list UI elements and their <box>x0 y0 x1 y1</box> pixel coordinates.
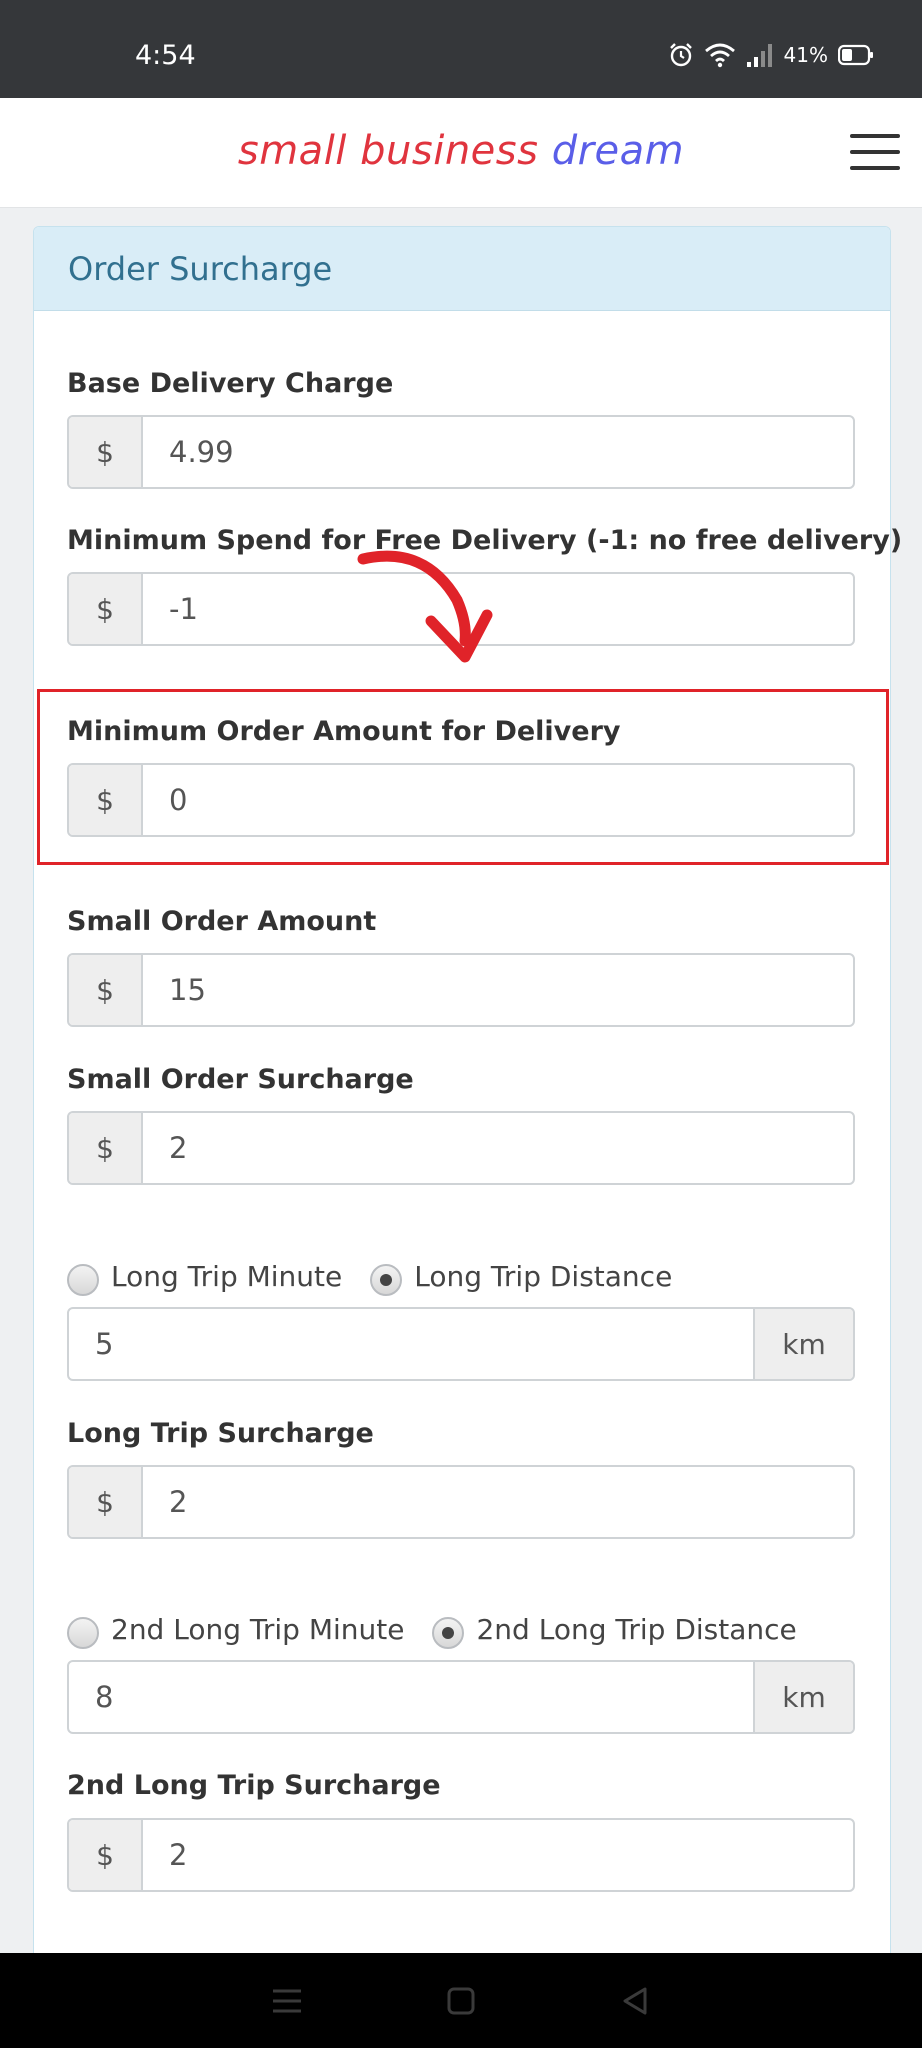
unit-addon: km <box>753 1309 853 1379</box>
min-order-delivery-input[interactable] <box>143 765 853 835</box>
hamburger-line <box>850 166 900 170</box>
currency-addon: $ <box>69 765 143 835</box>
brand-logo[interactable]: small business dream <box>0 128 922 174</box>
radio-label: Long Trip Minute <box>111 1259 343 1293</box>
currency-addon: $ <box>69 1113 143 1183</box>
radio-unchecked[interactable] <box>67 1617 99 1649</box>
second-long-trip-surcharge-group: $ <box>67 1818 855 1892</box>
panel-heading: Order Surcharge <box>34 227 890 311</box>
small-order-amount-label: Small Order Amount <box>67 906 377 937</box>
radio-label: 2nd Long Trip Distance <box>476 1612 797 1646</box>
base-delivery-label: Base Delivery Charge <box>67 368 394 399</box>
second-long-trip-distance-option[interactable]: 2nd Long Trip Distance <box>432 1609 797 1649</box>
long-trip-surcharge-input[interactable] <box>143 1467 853 1537</box>
signal-icon <box>746 42 774 68</box>
small-order-amount-group: $ <box>67 953 855 1027</box>
base-delivery-input[interactable] <box>143 417 853 487</box>
brand-text-secondary: dream <box>551 128 685 174</box>
radio-label: Long Trip Distance <box>414 1259 673 1293</box>
radio-checked[interactable] <box>432 1617 465 1649</box>
small-order-amount-input[interactable] <box>143 955 853 1025</box>
red-arrow-annotation-icon <box>357 550 493 663</box>
second-long-trip-surcharge-label: 2nd Long Trip Surcharge <box>67 1770 441 1801</box>
base-delivery-group: $ <box>67 415 855 489</box>
second-long-trip-minute-option[interactable]: 2nd Long Trip Minute <box>67 1609 404 1649</box>
status-time: 4:54 <box>135 40 196 71</box>
min-order-delivery-label: Minimum Order Amount for Delivery <box>67 716 621 747</box>
long-trip-distance-option[interactable]: Long Trip Distance <box>370 1256 672 1296</box>
battery-icon <box>838 44 874 66</box>
currency-addon: $ <box>69 1820 143 1890</box>
radio-checked[interactable] <box>370 1264 403 1296</box>
currency-addon: $ <box>69 1467 143 1537</box>
status-bar: 4:54 41% <box>0 0 922 98</box>
currency-addon: $ <box>69 574 143 644</box>
home-square-icon[interactable] <box>431 1971 491 2031</box>
currency-addon: $ <box>69 955 143 1025</box>
panel-title: Order Surcharge <box>68 249 333 288</box>
menu-lines-icon[interactable] <box>257 1971 317 2031</box>
second-long-trip-type-radios: 2nd Long Trip Minute 2nd Long Trip Dista… <box>67 1609 825 1649</box>
hamburger-line <box>850 150 900 154</box>
phone-screen: 4:54 41% small business dream Order Surc… <box>0 0 922 2048</box>
min-spend-free-input[interactable] <box>143 574 853 644</box>
radio-unchecked[interactable] <box>67 1264 99 1296</box>
radio-label: 2nd Long Trip Minute <box>111 1612 405 1646</box>
long-trip-minute-option[interactable]: Long Trip Minute <box>67 1256 342 1296</box>
unit-addon: km <box>753 1662 853 1732</box>
small-order-surcharge-group: $ <box>67 1111 855 1185</box>
long-trip-surcharge-label: Long Trip Surcharge <box>67 1418 374 1449</box>
small-order-surcharge-input[interactable] <box>143 1113 853 1183</box>
system-nav-bar <box>0 1953 922 2048</box>
second-long-trip-surcharge-input[interactable] <box>143 1820 853 1890</box>
brand-text-primary: small business <box>237 128 539 174</box>
back-triangle-icon[interactable] <box>605 1971 665 2031</box>
battery-percent: 41% <box>783 43 828 67</box>
status-icons: 41% <box>668 42 874 68</box>
app-header: small business dream <box>0 98 922 208</box>
second-long-trip-value-input[interactable] <box>69 1662 753 1732</box>
alarm-icon <box>668 42 694 68</box>
wifi-icon <box>704 42 736 68</box>
second-long-trip-value-group: km <box>67 1660 855 1734</box>
min-order-delivery-group: $ <box>67 763 855 837</box>
hamburger-line <box>850 134 900 138</box>
small-order-surcharge-label: Small Order Surcharge <box>67 1064 414 1095</box>
long-trip-value-group: km <box>67 1307 855 1381</box>
long-trip-value-input[interactable] <box>69 1309 753 1379</box>
long-trip-type-radios: Long Trip Minute Long Trip Distance <box>67 1256 700 1296</box>
long-trip-surcharge-group: $ <box>67 1465 855 1539</box>
currency-addon: $ <box>69 417 143 487</box>
hamburger-menu-icon[interactable] <box>850 134 900 170</box>
